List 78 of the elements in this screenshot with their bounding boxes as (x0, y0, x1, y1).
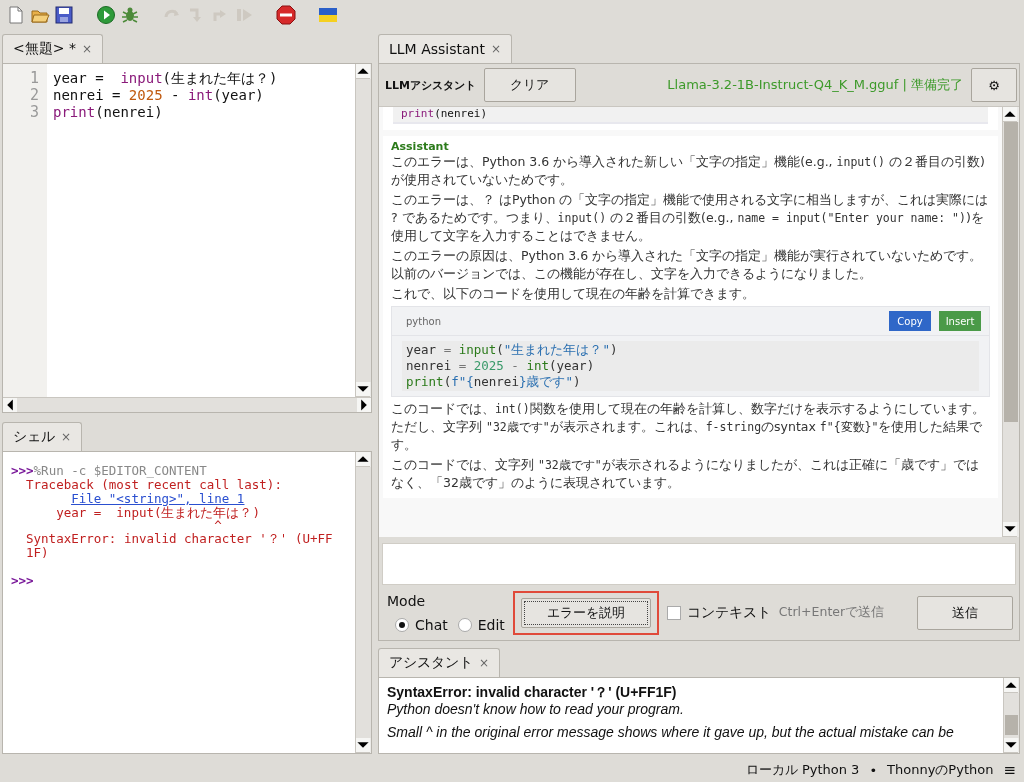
model-status: Llama-3.2-1B-Instruct-Q4_K_M.gguf | 準備完了 (666, 76, 963, 94)
menu-icon[interactable]: ≡ (1003, 761, 1016, 779)
close-icon[interactable]: × (490, 42, 501, 56)
interpreter-name[interactable]: ThonnyのPython (887, 761, 994, 779)
shell-tab[interactable]: シェル × (2, 422, 83, 451)
flag-icon[interactable] (318, 5, 338, 25)
save-icon[interactable] (54, 5, 74, 25)
traceback-link[interactable]: File "<string>", line 1 (71, 491, 245, 506)
scroll-down-icon[interactable] (356, 382, 370, 397)
assistant-tab[interactable]: アシスタント × (378, 648, 501, 677)
scroll-down-icon[interactable] (356, 738, 370, 753)
mode-label: Mode (387, 592, 427, 609)
scroll-up-icon[interactable] (356, 452, 370, 467)
editor-tab[interactable]: <無題> * × (2, 34, 103, 63)
code-line: print(nenrei) (53, 104, 164, 121)
scrollbar[interactable] (3, 397, 371, 412)
code-line: nenrei = 2025 - int(year) (406, 358, 596, 374)
scrollbar[interactable] (355, 452, 371, 753)
error-text: Traceback (most recent call last): (26, 477, 282, 492)
line-number: 1 (28, 70, 40, 87)
close-icon[interactable]: × (61, 430, 72, 444)
assistant-text: SyntaxError: invalid character '？' (U+FF1F) (387, 684, 678, 701)
explain-error-button[interactable]: エラーを説明 (520, 597, 651, 628)
shortcut-hint: Ctrl+Enterで送信 (778, 604, 885, 621)
panel-title: LLMアシスタント (385, 77, 476, 93)
code-line: year = input("生まれた年は？") (406, 342, 619, 358)
shell-prompt: >>> (11, 463, 34, 478)
shell-command: %Run -c $EDITOR_CONTENT (33, 463, 207, 478)
send-button[interactable]: 送信 (917, 595, 1013, 630)
separator-dot: • (869, 762, 878, 778)
insert-button[interactable]: Insert (939, 311, 981, 331)
error-text: year = input(生まれた年は？) (56, 505, 261, 520)
code-line: print(f"{nenrei}歳です") (406, 374, 582, 390)
stop-icon[interactable] (276, 5, 296, 25)
scrollbar-thumb[interactable] (1005, 715, 1018, 735)
bug-icon[interactable] (120, 5, 140, 25)
message-paragraph: このエラーは、？ はPython の「文字の指定」機能で使用される文字に相当しますが、これは実際には ? であるためです。つまり、input() の２番目の引数(e.g., name = input("Enter your name: "))を使用して文字を入力することはできません。 (391, 191, 990, 245)
error-text: ^ (214, 518, 222, 533)
scrollbar[interactable] (355, 64, 371, 397)
message-paragraph: このエラーは、Python 3.6 から導入された新しい「文字の指定」機能(e.g., input() の２番目の引数) が使用されていないためです。 (391, 153, 986, 189)
scroll-up-icon[interactable] (1004, 678, 1018, 693)
assistant-text: Small ^ in the original error message shows where it gave up, but the actual mistake can be (387, 724, 955, 741)
mode-radio[interactable]: Edit (457, 616, 505, 633)
scroll-down-icon[interactable] (1004, 738, 1018, 753)
code-language: python (406, 315, 442, 327)
scroll-left-icon[interactable] (3, 398, 17, 412)
message-paragraph: このコードでは、int()関数を使用して現在の年齢を計算し、数字だけを表示するようにしています。ただし、文字列 "32歳です"が表示されます。これは、f-stringのsyntax f"{変数}"を使用した結果です。 (391, 400, 986, 454)
line-number: 3 (28, 104, 40, 121)
clear-button[interactable]: クリア (483, 68, 576, 102)
message-role: Assistant (391, 140, 450, 153)
scrollbar-thumb[interactable] (1004, 122, 1018, 422)
line-number: 2 (28, 87, 40, 104)
context-checkbox[interactable]: コンテキスト (666, 603, 771, 622)
error-text: SyntaxError: invalid character '？' (U+FF (26, 531, 333, 546)
message-paragraph: このコードでは、文字列 "32歳です"が表示されるようになりましたが、これは正確に「歳です」ではなく、「32歳です」のように表現されています。 (391, 456, 980, 492)
run-icon[interactable] (96, 5, 116, 25)
message-paragraph: このエラーの原因は、Python 3.6 から導入された「文字の指定」機能が実行されていないためです。以前のバージョンでは、この機能が存在し、文字を入力できるようになりました。 (391, 247, 984, 283)
message-input[interactable] (382, 543, 1016, 585)
assistant-text: Python doesn't know how to read your program. (387, 701, 685, 718)
mode-radio[interactable]: Chat (395, 616, 448, 633)
scroll-up-icon[interactable] (356, 64, 370, 79)
new-file-icon[interactable] (6, 5, 26, 25)
scroll-up-icon[interactable] (1003, 107, 1017, 122)
scroll-down-icon[interactable] (1003, 522, 1017, 537)
copy-button[interactable]: Copy (889, 311, 931, 331)
scrollbar[interactable] (1003, 678, 1019, 753)
interpreter-label[interactable]: ローカル Python 3 (745, 761, 860, 779)
error-text: 1F) (26, 545, 49, 560)
shell-prompt: >>> (11, 573, 34, 588)
scroll-right-icon[interactable] (357, 398, 371, 412)
close-icon[interactable]: × (81, 42, 92, 56)
settings-button[interactable]: ⚙ (971, 68, 1017, 102)
message-paragraph: これで、以下のコードを使用して現在の年齢を計算できます。 (391, 285, 756, 303)
close-icon[interactable]: × (479, 656, 490, 670)
code-line: nenrei = 2025 - int(year) (53, 87, 265, 104)
scrollbar[interactable] (1002, 107, 1019, 537)
code-line: year = input(生まれた年は？) (53, 70, 279, 87)
llm-assistant-tab[interactable]: LLM Assistant × (378, 34, 512, 63)
